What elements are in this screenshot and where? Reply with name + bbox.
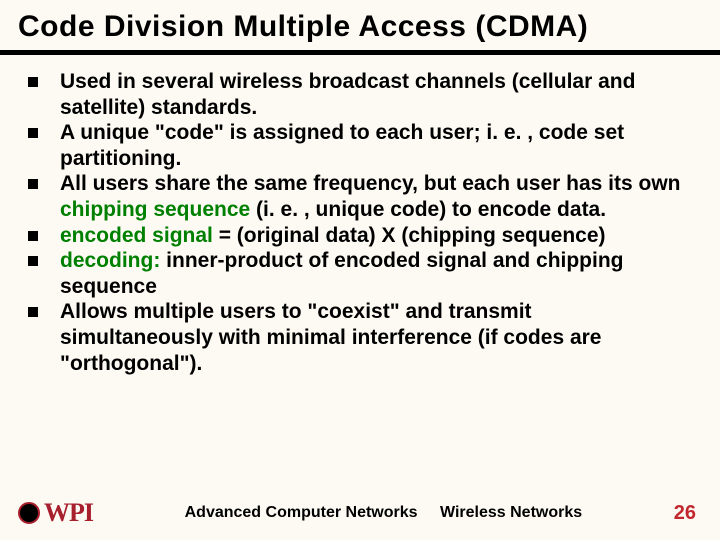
bullet-marker: [28, 231, 38, 241]
title-rule: [0, 50, 720, 55]
bullet-highlight: decoding:: [60, 249, 160, 272]
bullet-marker: [28, 77, 38, 87]
topic-name: Wireless Networks: [440, 504, 582, 521]
page-number: 26: [674, 502, 696, 525]
bullet-marker: [28, 256, 38, 266]
list-item: All users share the same frequency, but …: [28, 171, 684, 222]
bullet-marker: [28, 179, 38, 189]
footer-center: Advanced Computer Networks Wireless Netw…: [93, 504, 674, 522]
bullet-marker: [28, 307, 38, 317]
list-item: A unique "code" is assigned to each user…: [28, 120, 684, 171]
list-item: Used in several wireless broadcast chann…: [28, 69, 684, 120]
list-item: encoded signal = (original data) X (chip…: [28, 223, 684, 249]
slide-title: Code Division Multiple Access (CDMA): [0, 0, 720, 50]
bullet-highlight: chipping sequence: [60, 198, 250, 221]
bullet-text: Used in several wireless broadcast chann…: [60, 70, 635, 119]
list-item: Allows multiple users to "coexist" and t…: [28, 299, 684, 376]
list-item: decoding: inner-product of encoded signa…: [28, 248, 684, 299]
bullet-text: A unique "code" is assigned to each user…: [60, 121, 624, 170]
bullet-text: Allows multiple users to "coexist" and t…: [60, 300, 602, 374]
course-name: Advanced Computer Networks: [185, 504, 418, 521]
footer: WPI Advanced Computer Networks Wireless …: [0, 498, 720, 528]
wpi-logo: WPI: [18, 498, 93, 528]
logo-text: WPI: [44, 498, 93, 528]
bullet-text: = (original data) X (chipping sequence): [213, 224, 606, 247]
bullet-marker: [28, 128, 38, 138]
bullet-text: All users share the same frequency, but …: [60, 172, 681, 195]
logo-head-icon: [18, 502, 40, 524]
bullet-text: (i. e. , unique code) to encode data.: [250, 198, 606, 221]
bullet-list: Used in several wireless broadcast chann…: [0, 67, 720, 376]
bullet-highlight: encoded signal: [60, 224, 213, 247]
